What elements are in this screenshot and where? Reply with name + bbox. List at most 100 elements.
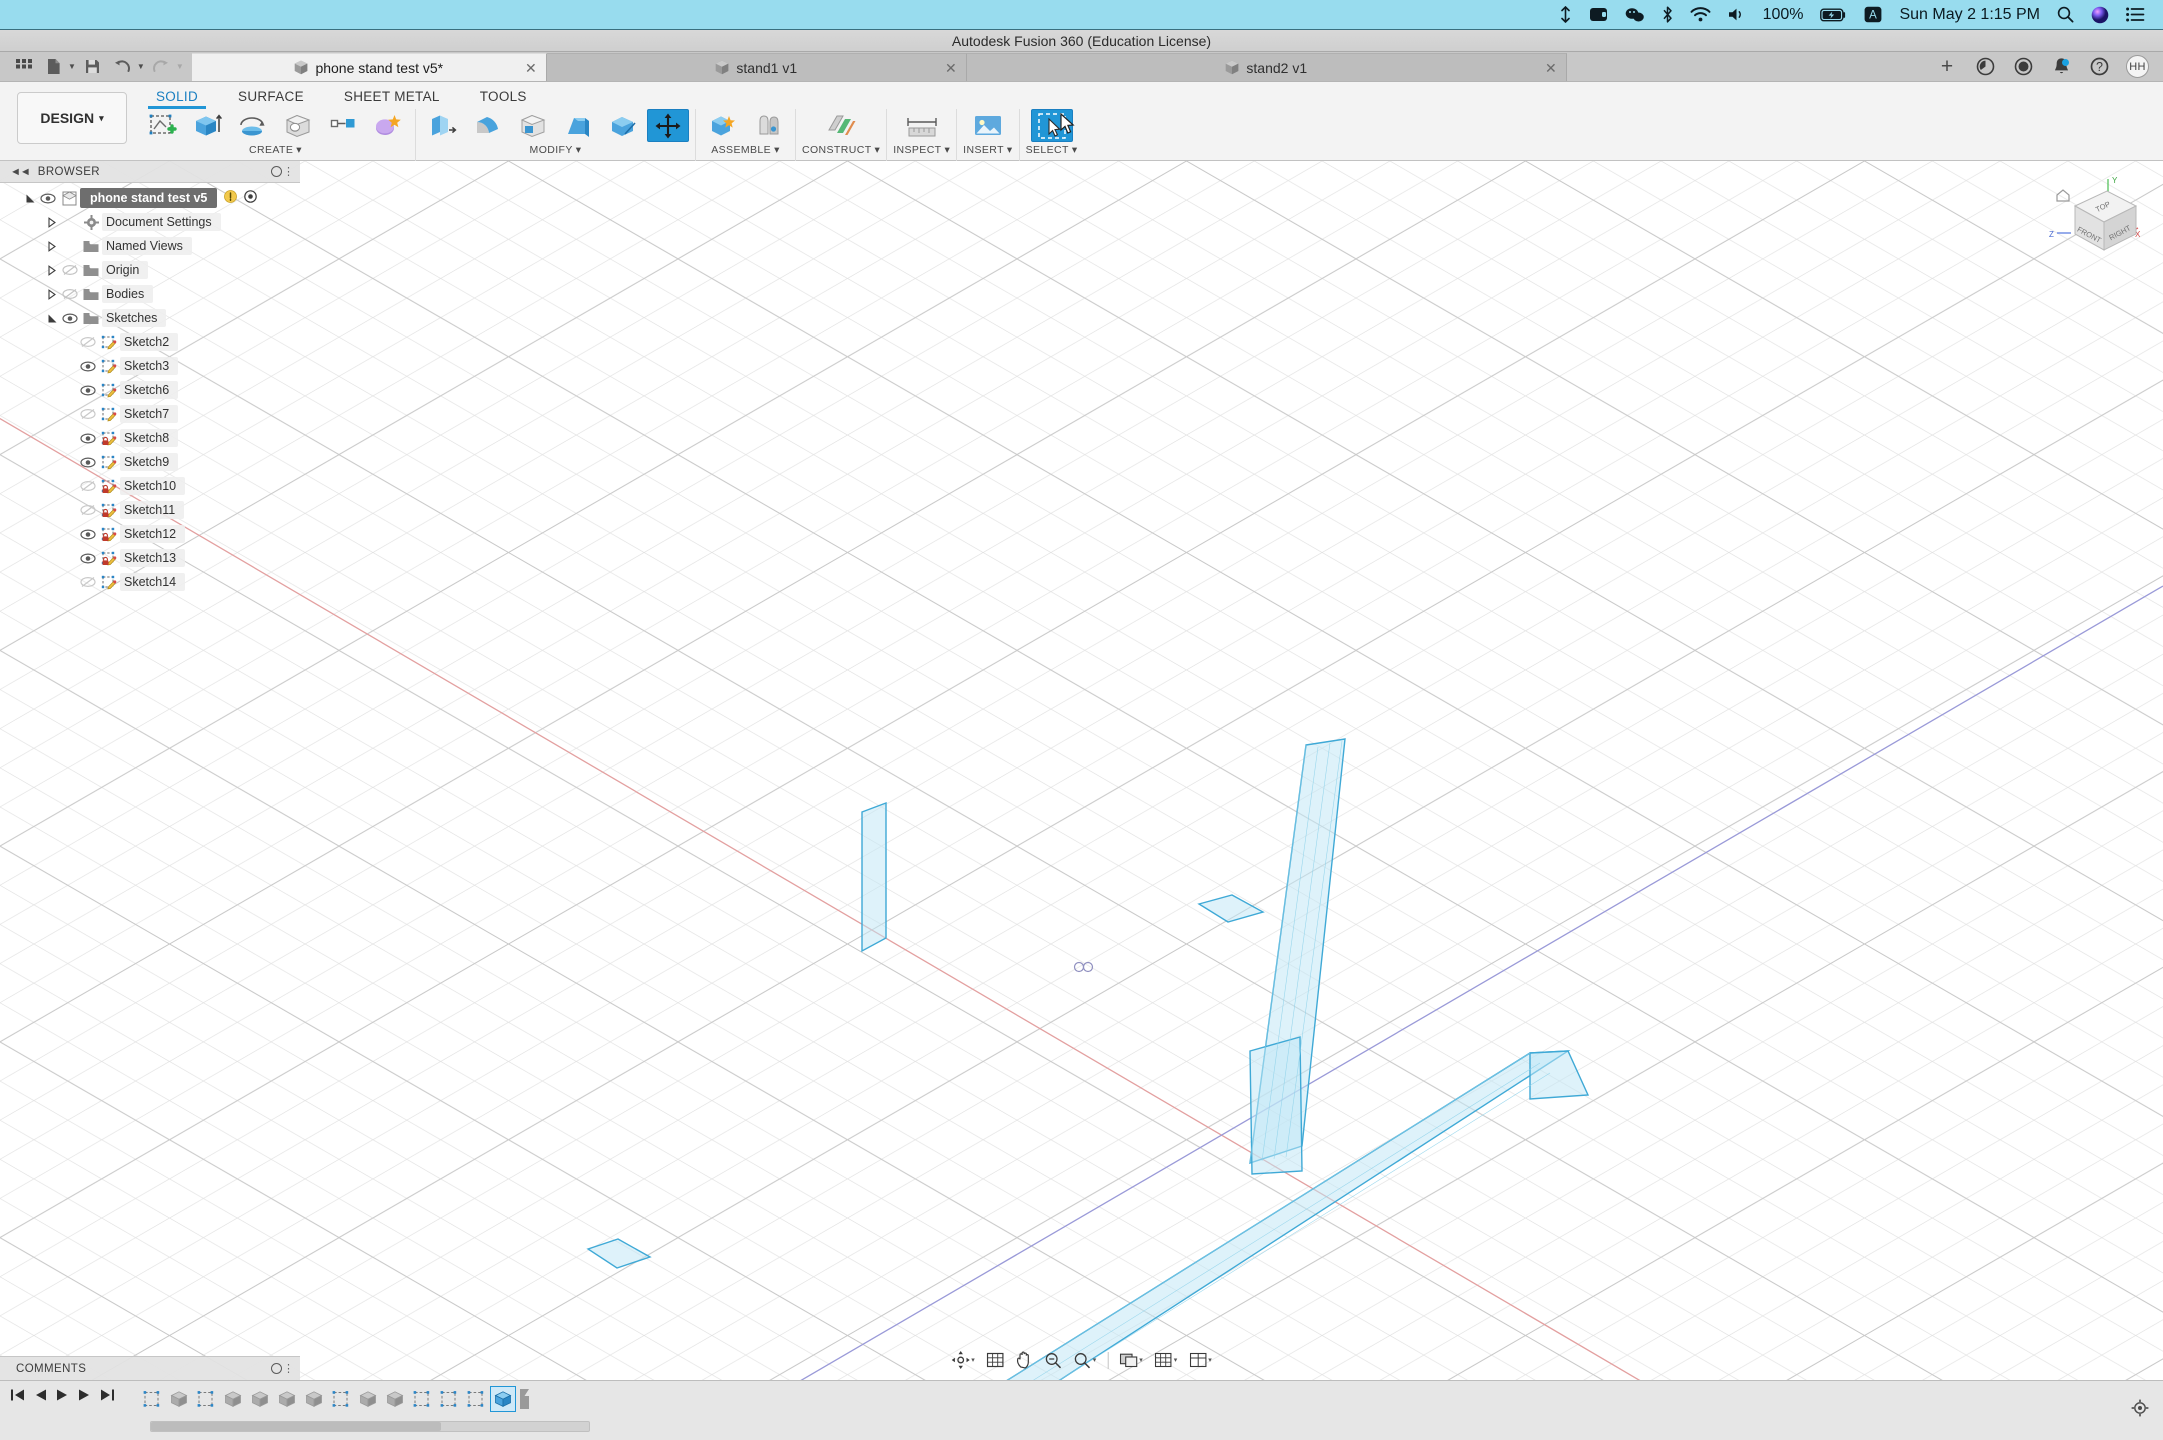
- visibility-eye-icon[interactable]: [78, 528, 98, 540]
- document-tab-1[interactable]: stand1 v1 ✕: [546, 53, 967, 81]
- pan-grid-button[interactable]: [982, 1347, 1009, 1373]
- document-tab-close-0[interactable]: ✕: [525, 60, 537, 77]
- extrude-icon[interactable]: [187, 109, 229, 142]
- collapse-panel-icon[interactable]: ◄◄: [10, 166, 31, 178]
- timeline-scrollbar-thumb[interactable]: [151, 1422, 441, 1431]
- timeline-feature-sketch[interactable]: [464, 1387, 488, 1411]
- browser-sketch-row[interactable]: Sketch6: [0, 378, 300, 402]
- timeline-feature-extrude[interactable]: [356, 1387, 380, 1411]
- app-grid-button[interactable]: [10, 53, 37, 79]
- chevron-down-icon[interactable]: ▾: [971, 1356, 975, 1364]
- visibility-eye-hidden-icon[interactable]: [60, 288, 80, 300]
- press-pull-icon[interactable]: [422, 109, 464, 142]
- move-copy-icon[interactable]: [647, 109, 689, 142]
- create-sketch-icon[interactable]: [142, 109, 184, 142]
- airdrop-icon[interactable]: [1559, 6, 1572, 23]
- visibility-eye-hidden-icon[interactable]: [78, 408, 98, 420]
- timeline-settings-button[interactable]: [2131, 1399, 2149, 1420]
- browser-sketch-row[interactable]: Sketch7: [0, 402, 300, 426]
- new-component-icon[interactable]: [702, 109, 744, 142]
- pattern-icon[interactable]: [322, 109, 364, 142]
- comments-options-icon[interactable]: [271, 1363, 282, 1374]
- chevron-down-icon[interactable]: ▾: [1174, 1356, 1178, 1364]
- viewport-canvas[interactable]: ◄◄ BROWSER ⋮ phone stand test v5 Documen…: [0, 161, 2163, 1380]
- visibility-eye-hidden-icon[interactable]: [60, 264, 80, 276]
- visibility-eye-hidden-icon[interactable]: [78, 480, 98, 492]
- wechat-icon[interactable]: [1625, 7, 1645, 23]
- wifi-icon[interactable]: [1690, 7, 1711, 22]
- browser-sketch-row[interactable]: Sketch3: [0, 354, 300, 378]
- measure-icon[interactable]: [901, 109, 943, 142]
- timeline-step-forward-button[interactable]: [78, 1388, 91, 1405]
- expand-arrow-icon[interactable]: [44, 216, 60, 228]
- timeline-feature-extrude[interactable]: [302, 1387, 326, 1411]
- chevron-down-icon[interactable]: ▾: [1139, 1356, 1143, 1364]
- offset-plane-icon[interactable]: [820, 109, 862, 142]
- chevron-down-icon[interactable]: ▾: [296, 144, 302, 156]
- user-avatar[interactable]: HH: [2126, 55, 2149, 78]
- timeline-end-button[interactable]: [100, 1388, 115, 1405]
- chevron-down-icon[interactable]: ▾: [1007, 144, 1013, 156]
- new-tab-button[interactable]: +: [1936, 55, 1958, 78]
- timeline-feature-sketch[interactable]: [140, 1387, 164, 1411]
- visibility-eye-icon[interactable]: [78, 456, 98, 468]
- job-status-icon[interactable]: [1974, 56, 1996, 78]
- visibility-eye-icon[interactable]: [78, 432, 98, 444]
- bluetooth-icon[interactable]: [1662, 6, 1673, 23]
- browser-sketch-row[interactable]: Sketch11: [0, 498, 300, 522]
- visibility-eye-icon[interactable]: [60, 312, 80, 324]
- collapse-arrow-icon[interactable]: [44, 313, 60, 324]
- notifications-bell-icon[interactable]: [2050, 56, 2072, 78]
- visibility-eye-icon[interactable]: [78, 384, 98, 396]
- hole-icon[interactable]: [277, 109, 319, 142]
- help-icon[interactable]: ?: [2088, 56, 2110, 78]
- browser-sketch-row[interactable]: Sketch14: [0, 570, 300, 594]
- draft-icon[interactable]: [557, 109, 599, 142]
- timeline-scrollbar[interactable]: [150, 1421, 590, 1432]
- browser-node-bodies[interactable]: Bodies: [0, 282, 300, 306]
- chevron-down-icon[interactable]: ▾: [945, 144, 951, 156]
- tab-sheet-metal[interactable]: SHEET METAL: [324, 84, 460, 109]
- tab-solid[interactable]: SOLID: [136, 84, 218, 109]
- expand-arrow-icon[interactable]: [22, 193, 38, 204]
- input-source-icon[interactable]: A: [1864, 6, 1882, 23]
- timeline-feature-extrude[interactable]: [167, 1387, 191, 1411]
- display-settings-button[interactable]: ▾: [1114, 1347, 1148, 1373]
- workspace-selector-button[interactable]: DESIGN ▾: [17, 92, 127, 144]
- timeline-feature-extrude[interactable]: [383, 1387, 407, 1411]
- menubar-clock[interactable]: Sun May 2 1:15 PM: [1899, 6, 2040, 24]
- chevron-down-icon[interactable]: ▾: [1093, 1356, 1097, 1364]
- target-badge-icon[interactable]: [244, 190, 258, 206]
- scale-icon[interactable]: [602, 109, 644, 142]
- timeline-feature-extrude[interactable]: [490, 1386, 516, 1412]
- timeline-feature-sketch[interactable]: [194, 1387, 218, 1411]
- joint-icon[interactable]: [747, 109, 789, 142]
- timeline-feature-extrude[interactable]: [248, 1387, 272, 1411]
- new-file-button[interactable]: [40, 53, 67, 79]
- warning-badge-icon[interactable]: [224, 190, 238, 206]
- browser-resize-grip[interactable]: ⋮: [283, 165, 294, 178]
- redo-caret-icon[interactable]: ▼: [176, 62, 184, 71]
- document-tab-0[interactable]: phone stand test v5* ✕: [191, 53, 547, 81]
- screen-mirroring-icon[interactable]: [1589, 7, 1608, 22]
- pan-button[interactable]: [1011, 1347, 1038, 1373]
- browser-options-icon[interactable]: [271, 166, 282, 177]
- recent-activity-icon[interactable]: [2012, 56, 2034, 78]
- browser-node-root[interactable]: phone stand test v5: [0, 186, 300, 210]
- timeline-feature-sketch[interactable]: [410, 1387, 434, 1411]
- redo-button[interactable]: [148, 53, 175, 79]
- browser-node-named-views[interactable]: Named Views: [0, 234, 300, 258]
- undo-button[interactable]: [109, 53, 136, 79]
- visibility-eye-icon[interactable]: [78, 552, 98, 564]
- visibility-eye-hidden-icon[interactable]: [78, 336, 98, 348]
- control-center-icon[interactable]: [2126, 7, 2145, 22]
- document-tab-close-2[interactable]: ✕: [1545, 60, 1557, 77]
- fit-button[interactable]: ▾: [1069, 1347, 1102, 1373]
- document-tab-2[interactable]: stand2 v1 ✕: [966, 53, 1567, 81]
- visibility-eye-hidden-icon[interactable]: [78, 504, 98, 516]
- visibility-eye-icon[interactable]: [38, 192, 58, 204]
- shell-icon[interactable]: [512, 109, 554, 142]
- visibility-eye-hidden-icon[interactable]: [78, 576, 98, 588]
- comments-resize-grip[interactable]: ⋮: [283, 1362, 294, 1375]
- chevron-down-icon[interactable]: ▾: [1072, 144, 1078, 156]
